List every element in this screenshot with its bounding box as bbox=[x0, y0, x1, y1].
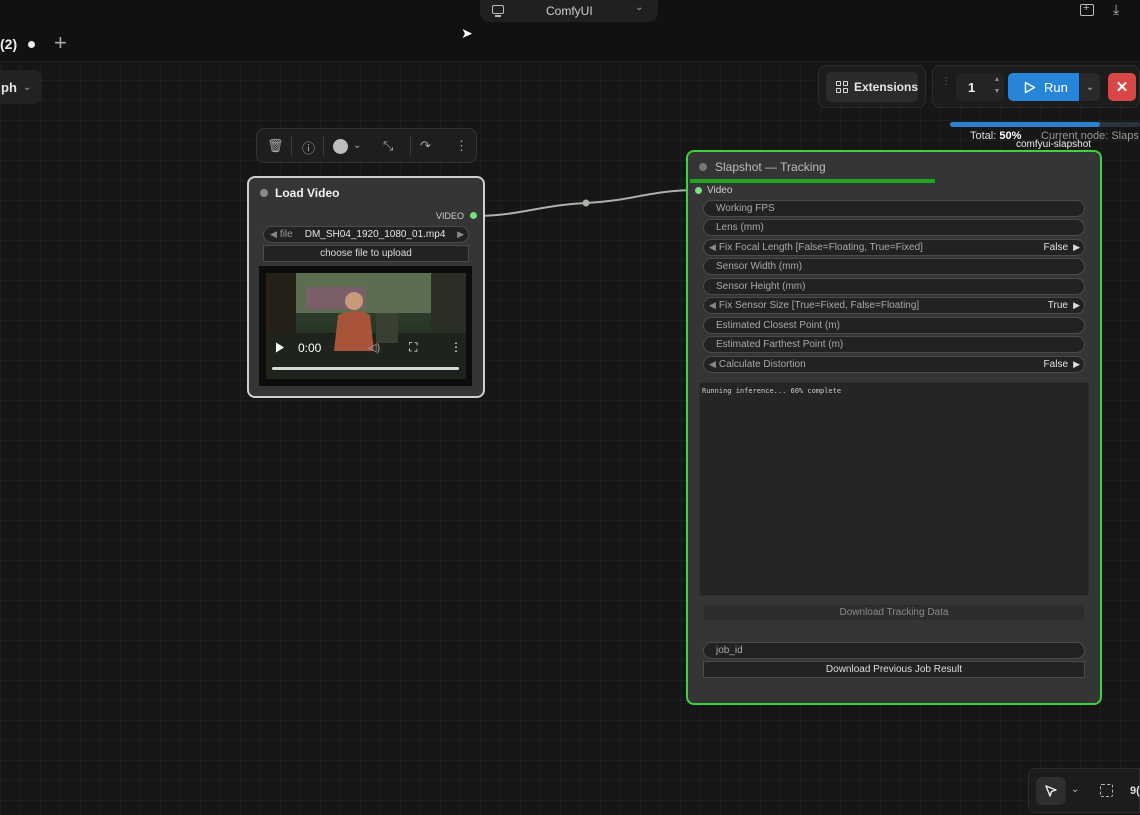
run-label: Run bbox=[1044, 79, 1068, 95]
run-options-button[interactable]: ⌄ bbox=[1080, 73, 1100, 101]
extensions-icon bbox=[836, 81, 848, 93]
arrow-left-icon[interactable]: ◀ bbox=[709, 300, 716, 311]
fix-focal-length-toggle[interactable]: ◀ Fix Focal Length [False=Floating, True… bbox=[703, 239, 1085, 256]
add-tab-button[interactable]: + bbox=[54, 30, 67, 56]
feedback-icon[interactable] bbox=[1080, 2, 1094, 16]
mouse-cursor-icon: ➤ bbox=[461, 25, 473, 41]
fix-sensor-size-toggle[interactable]: ◀ Fix Sensor Size [True=Fixed, False=Flo… bbox=[703, 297, 1085, 314]
arrow-left-icon[interactable]: ◀ bbox=[709, 359, 716, 370]
volume-icon[interactable]: ◁) bbox=[368, 341, 380, 354]
arrow-right-icon[interactable]: ▶ bbox=[1073, 359, 1080, 370]
node-status-icon[interactable] bbox=[699, 163, 707, 171]
batch-stepper[interactable]: ▲ ▼ bbox=[992, 74, 1002, 98]
download-tracking-button[interactable]: Download Tracking Data bbox=[703, 604, 1085, 621]
status-console[interactable]: Running inference... 60% complete bbox=[699, 382, 1089, 596]
chevron-down-icon: ⌄ bbox=[22, 81, 32, 93]
sensor-width-field[interactable]: Sensor Width (mm) bbox=[703, 258, 1085, 275]
color-picker-icon[interactable] bbox=[333, 139, 348, 154]
run-button[interactable]: Run bbox=[1008, 73, 1079, 101]
play-icon[interactable] bbox=[275, 342, 285, 353]
download-previous-button[interactable]: Download Previous Job Result bbox=[703, 661, 1085, 678]
arrow-right-icon[interactable]: ▶ bbox=[1073, 242, 1080, 253]
video-time: 0:00 bbox=[298, 341, 322, 355]
job-id-input[interactable]: job_id bbox=[703, 642, 1085, 659]
download-icon[interactable]: ⤓ bbox=[1113, 1, 1129, 17]
fix-focal-length-value: False bbox=[1043, 242, 1068, 253]
pointer-icon bbox=[1045, 785, 1057, 797]
file-select-widget[interactable]: ◀ file DM_SH04_1920_1080_01.mp4 ▶ bbox=[263, 226, 469, 243]
working-fps-field[interactable]: Working FPS bbox=[703, 200, 1085, 217]
node-source-badge: comfyui-slapshot bbox=[1016, 139, 1092, 150]
sensor-height-field[interactable]: Sensor Height (mm) bbox=[703, 278, 1085, 295]
lens-field[interactable]: Lens (mm) bbox=[703, 219, 1085, 236]
workflow-tab[interactable]: (2) bbox=[0, 36, 17, 52]
info-icon[interactable]: ⓘ bbox=[302, 138, 315, 157]
workflow-selector[interactable]: ComfyUI ⌄ bbox=[480, 0, 658, 22]
chevron-down-icon: ⌄ bbox=[635, 2, 644, 13]
drag-handle-icon[interactable]: ⋮⋮ bbox=[941, 77, 962, 93]
play-icon bbox=[1024, 81, 1036, 93]
file-value: DM_SH04_1920_1080_01.mp4 bbox=[304, 229, 446, 240]
chevron-down-icon[interactable]: ⌄ bbox=[353, 140, 361, 151]
graph-selector[interactable]: ph ⌄ bbox=[0, 70, 42, 104]
calculate-distortion-toggle[interactable]: ◀ Calculate Distortion False ▶ bbox=[703, 356, 1085, 373]
fit-view-icon[interactable] bbox=[1100, 784, 1113, 797]
load-video-title: Load Video bbox=[275, 186, 340, 200]
workflow-title: ComfyUI bbox=[546, 4, 593, 18]
batch-count-value: 1 bbox=[968, 79, 976, 95]
video-input-label: Video bbox=[707, 185, 733, 196]
video-frame-image bbox=[266, 273, 466, 379]
video-seek-bar[interactable] bbox=[272, 367, 459, 370]
fix-sensor-size-value: True bbox=[1047, 300, 1068, 311]
more-options-icon[interactable]: ⋮ bbox=[455, 138, 468, 154]
slapshot-title: Slapshot — Tracking bbox=[715, 160, 826, 174]
total-progress-text: Total: 50% bbox=[970, 130, 1022, 142]
zoom-level[interactable]: 9( bbox=[1130, 785, 1140, 797]
calculate-distortion-value: False bbox=[1043, 359, 1068, 370]
node-progress-bar bbox=[690, 179, 935, 183]
chevron-down-icon[interactable]: ⌄ bbox=[1071, 784, 1079, 795]
video-preview bbox=[266, 273, 466, 379]
arrow-right-icon[interactable]: ▶ bbox=[457, 229, 464, 240]
node-status-icon[interactable] bbox=[260, 189, 268, 197]
fullscreen-icon[interactable]: ⛶ bbox=[409, 340, 417, 355]
upload-button[interactable]: choose file to upload bbox=[263, 245, 469, 262]
video-input-socket[interactable] bbox=[695, 187, 702, 194]
graph-selector-label: ph bbox=[1, 79, 17, 95]
total-progress-bar bbox=[950, 122, 1100, 127]
arrow-right-icon[interactable]: ▶ bbox=[1073, 300, 1080, 311]
arrow-left-icon[interactable]: ◀ bbox=[709, 242, 716, 253]
interrupt-button[interactable]: ✕ bbox=[1108, 73, 1136, 101]
extensions-label: Extensions bbox=[853, 80, 918, 94]
collapse-icon[interactable]: ⤡ bbox=[383, 138, 393, 154]
monitor-icon bbox=[492, 5, 504, 17]
unsaved-dot-icon bbox=[28, 41, 35, 48]
extensions-button[interactable]: Extensions bbox=[826, 72, 918, 102]
video-output-label: VIDEO bbox=[436, 211, 465, 221]
more-options-icon[interactable]: ⋮ bbox=[450, 340, 462, 354]
bypass-icon[interactable]: ↷ bbox=[420, 138, 431, 154]
select-tool-button[interactable] bbox=[1036, 777, 1066, 805]
video-output-socket[interactable] bbox=[470, 212, 477, 219]
farthest-point-field[interactable]: Estimated Farthest Point (m) bbox=[703, 336, 1085, 353]
console-text: Running inference... 60% complete bbox=[702, 387, 842, 395]
delete-icon[interactable]: 🗑 bbox=[267, 138, 284, 154]
selection-toolbar bbox=[256, 128, 477, 163]
arrow-left-icon[interactable]: ◀ bbox=[270, 229, 277, 240]
closest-point-field[interactable]: Estimated Closest Point (m) bbox=[703, 317, 1085, 334]
